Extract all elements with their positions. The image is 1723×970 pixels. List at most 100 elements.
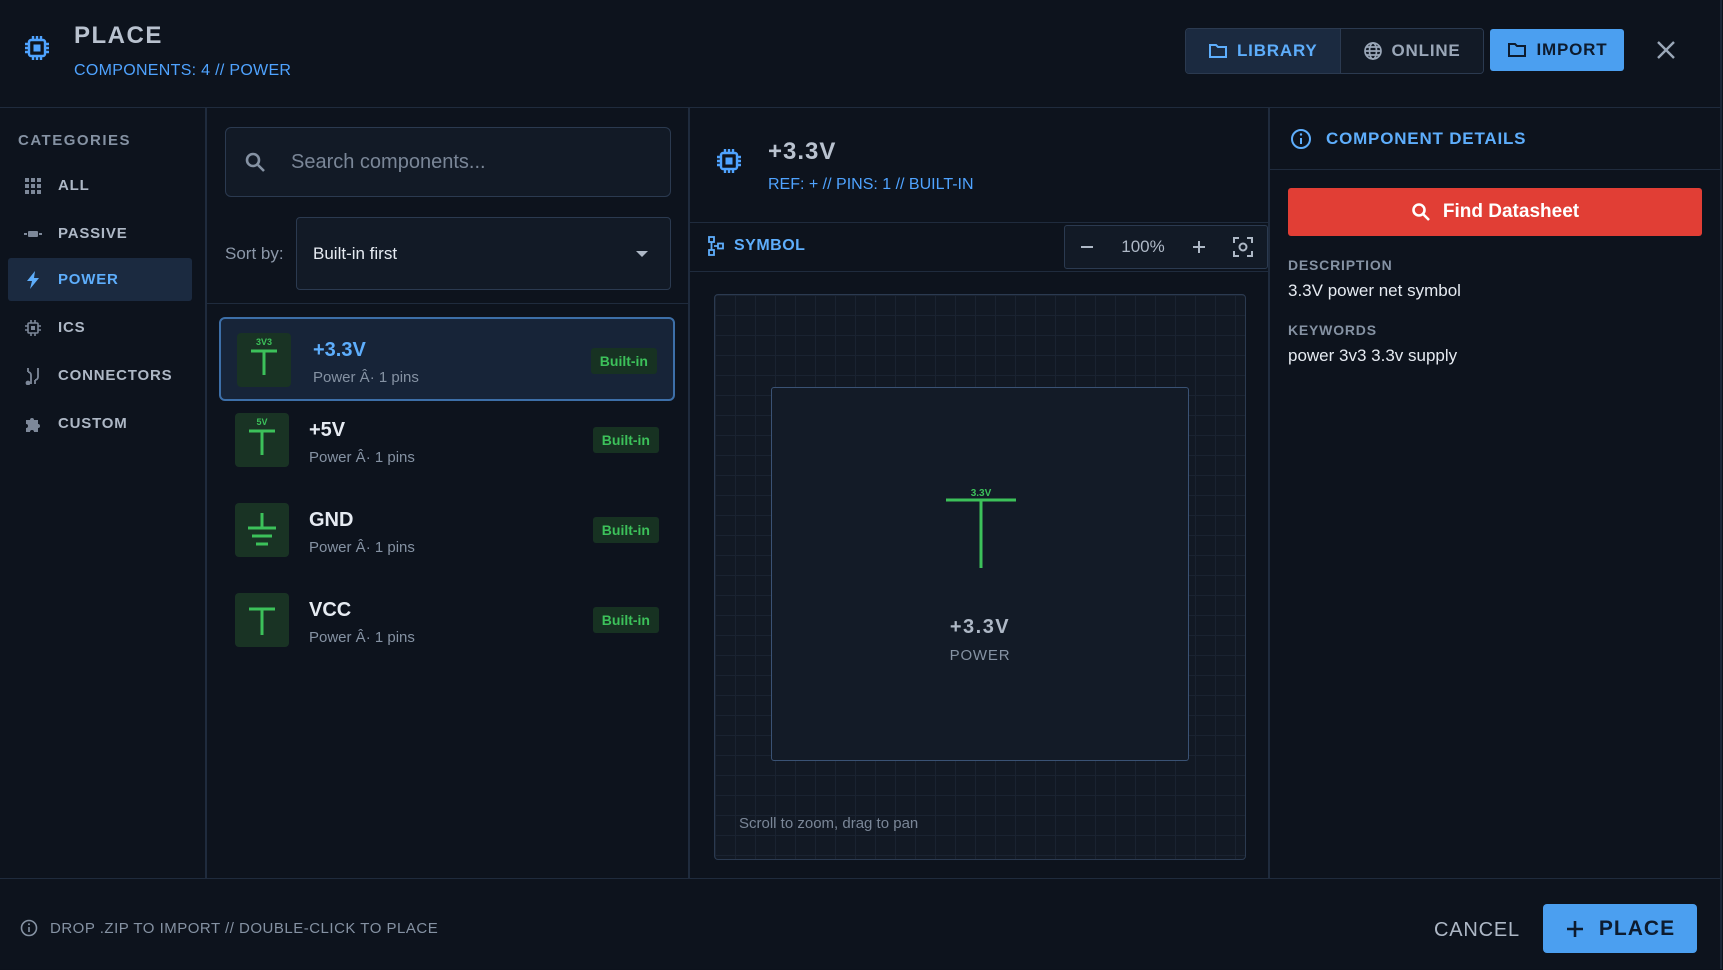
symbol-pin-label: 3.3V bbox=[971, 488, 992, 499]
tab-online[interactable]: ONLINE bbox=[1340, 29, 1483, 73]
sort-select[interactable]: Built-in first bbox=[296, 217, 671, 290]
sidebar-item-connectors[interactable]: CONNECTORS bbox=[8, 354, 192, 397]
place-dialog: PLACE COMPONENTS: 4 // POWER LIBRARY ONL… bbox=[0, 0, 1722, 969]
tab-library[interactable]: LIBRARY bbox=[1186, 29, 1341, 73]
component-item-3v3[interactable]: 3V3 +3.3V Power Â· 1 pins Built-in bbox=[219, 317, 675, 401]
component-item-5v[interactable]: 5V +5V Power Â· 1 pins Built-in bbox=[219, 401, 675, 485]
search-icon bbox=[243, 150, 267, 174]
globe-icon bbox=[1363, 41, 1383, 61]
info-icon bbox=[20, 919, 38, 937]
component-list-panel: Sort by: Built-in first 3V3 +3.3V Power … bbox=[207, 108, 690, 878]
sidebar-item-label: POWER bbox=[58, 271, 119, 288]
folder-icon bbox=[1208, 42, 1228, 60]
sidebar-item-all[interactable]: ALL bbox=[8, 164, 192, 207]
sort-label: Sort by: bbox=[225, 244, 284, 263]
preview-subtitle: REF: + // PINS: 1 // BUILT-IN bbox=[768, 176, 974, 193]
sidebar-item-label: PASSIVE bbox=[58, 225, 128, 242]
schematic-icon bbox=[708, 236, 724, 256]
component-name: VCC bbox=[309, 599, 352, 621]
details-title: COMPONENT DETAILS bbox=[1326, 128, 1527, 148]
sidebar-item-passive[interactable]: PASSIVE bbox=[8, 212, 192, 255]
folder-icon bbox=[1507, 41, 1527, 59]
place-button[interactable]: PLACE bbox=[1543, 904, 1697, 953]
fit-screen-icon bbox=[1233, 237, 1253, 257]
builtin-badge: Built-in bbox=[592, 517, 659, 543]
details-header: COMPONENT DETAILS bbox=[1270, 108, 1720, 170]
grid-icon bbox=[24, 177, 42, 195]
minus-icon bbox=[1079, 239, 1095, 255]
cancel-button[interactable]: CANCEL bbox=[1434, 919, 1520, 942]
thumb-label: 3V3 bbox=[256, 337, 272, 347]
power-flag-icon: 5V bbox=[235, 413, 289, 467]
builtin-badge: Built-in bbox=[592, 427, 659, 453]
import-button[interactable]: IMPORT bbox=[1490, 29, 1624, 71]
power-symbol-graphic: 3.3V bbox=[946, 488, 1016, 568]
puzzle-icon bbox=[24, 415, 42, 433]
search-input[interactable] bbox=[289, 149, 653, 175]
dialog-title: PLACE bbox=[74, 22, 163, 49]
ground-icon bbox=[235, 503, 289, 557]
component-name: +3.3V bbox=[313, 339, 366, 361]
place-label: PLACE bbox=[1598, 916, 1676, 940]
sidebar-item-power[interactable]: POWER bbox=[8, 258, 192, 301]
connector-icon bbox=[24, 367, 42, 385]
close-icon bbox=[1655, 39, 1677, 61]
divider bbox=[207, 303, 688, 304]
search-box bbox=[225, 127, 671, 197]
canvas-hint: Scroll to zoom, drag to pan bbox=[739, 815, 919, 832]
sidebar-item-label: ICS bbox=[58, 319, 86, 336]
component-meta: Power Â· 1 pins bbox=[313, 369, 419, 386]
keywords-value: power 3v3 3.3v supply bbox=[1288, 346, 1458, 365]
tab-online-label: ONLINE bbox=[1391, 41, 1461, 60]
close-button[interactable] bbox=[1652, 36, 1680, 64]
chip-icon bbox=[24, 319, 42, 337]
sort-value: Built-in first bbox=[313, 243, 398, 263]
plus-icon bbox=[1191, 239, 1207, 255]
plus-icon bbox=[1565, 919, 1585, 939]
power-flag-icon: 3V3 bbox=[237, 333, 291, 387]
dialog-subtitle: COMPONENTS: 4 // POWER bbox=[74, 62, 292, 79]
component-name: +5V bbox=[309, 419, 346, 441]
find-datasheet-button[interactable]: Find Datasheet bbox=[1288, 188, 1702, 236]
keywords-label: KEYWORDS bbox=[1288, 322, 1377, 338]
builtin-badge: Built-in bbox=[590, 348, 657, 374]
category-sidebar: CATEGORIES ALL PASSIVE POWER ICS CONNECT… bbox=[0, 108, 207, 878]
tab-library-label: LIBRARY bbox=[1237, 41, 1318, 60]
zoom-out-button[interactable] bbox=[1065, 226, 1109, 268]
component-item-gnd[interactable]: GND Power Â· 1 pins Built-in bbox=[219, 491, 675, 575]
chip-icon bbox=[714, 146, 744, 176]
power-flag-icon bbox=[235, 593, 289, 647]
search-icon bbox=[1411, 202, 1431, 222]
component-name: GND bbox=[309, 509, 354, 531]
bolt-icon bbox=[24, 270, 42, 289]
preview-panel: +3.3V REF: + // PINS: 1 // BUILT-IN SYMB… bbox=[690, 108, 1270, 878]
source-tabs: LIBRARY ONLINE bbox=[1185, 28, 1484, 74]
categories-heading: CATEGORIES bbox=[18, 132, 132, 149]
fit-view-button[interactable] bbox=[1221, 226, 1265, 268]
preview-toolbar: SYMBOL 100% bbox=[690, 222, 1268, 272]
info-icon bbox=[1290, 128, 1312, 150]
sidebar-item-label: ALL bbox=[58, 177, 90, 194]
zoom-controls: 100% bbox=[1064, 225, 1268, 269]
zoom-in-button[interactable] bbox=[1177, 226, 1221, 268]
sidebar-item-ics[interactable]: ICS bbox=[8, 306, 192, 349]
preview-title: +3.3V bbox=[768, 138, 837, 165]
sidebar-item-custom[interactable]: CUSTOM bbox=[8, 402, 192, 445]
symbol-name: +3.3V bbox=[949, 616, 1011, 638]
thumb-label: 5V bbox=[256, 417, 267, 427]
component-item-vcc[interactable]: VCC Power Â· 1 pins Built-in bbox=[219, 581, 675, 665]
description-value: 3.3V power net symbol bbox=[1288, 281, 1461, 300]
find-datasheet-label: Find Datasheet bbox=[1442, 201, 1580, 222]
symbol-canvas[interactable]: 3.3V +3.3V POWER Scroll to zoom, drag to… bbox=[714, 294, 1246, 860]
dialog-header: PLACE COMPONENTS: 4 // POWER LIBRARY ONL… bbox=[0, 0, 1720, 108]
tab-symbol[interactable]: SYMBOL bbox=[708, 236, 805, 256]
component-meta: Power Â· 1 pins bbox=[309, 629, 415, 646]
chevron-down-icon bbox=[636, 251, 648, 257]
sidebar-item-label: CUSTOM bbox=[58, 415, 128, 432]
dialog-footer: DROP .ZIP TO IMPORT // DOUBLE-CLICK TO P… bbox=[0, 878, 1720, 970]
description-label: DESCRIPTION bbox=[1288, 257, 1393, 273]
details-panel: COMPONENT DETAILS Find Datasheet DESCRIP… bbox=[1270, 108, 1720, 878]
footer-hint: DROP .ZIP TO IMPORT // DOUBLE-CLICK TO P… bbox=[20, 919, 438, 937]
chip-icon bbox=[22, 33, 52, 63]
tab-symbol-label: SYMBOL bbox=[734, 237, 806, 254]
